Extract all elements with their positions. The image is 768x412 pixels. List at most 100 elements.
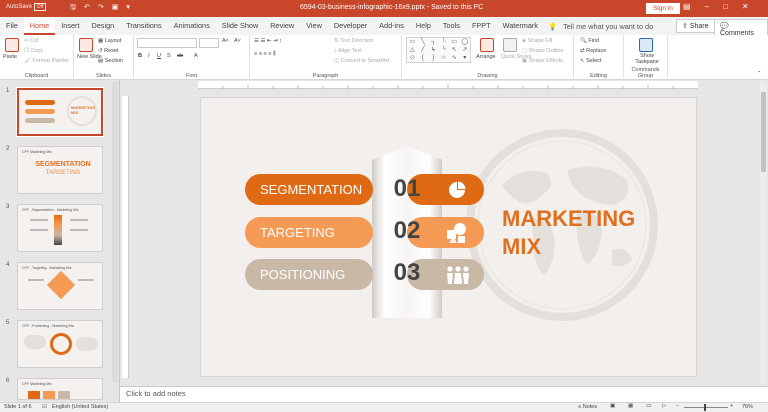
collapse-ribbon-icon[interactable]: ⌃ xyxy=(757,71,762,77)
zoom-level[interactable]: 76% xyxy=(742,404,753,410)
grow-font-icon[interactable]: A˄ xyxy=(222,38,229,44)
language-status[interactable]: English (United States) xyxy=(52,404,108,410)
slide-sorter-icon[interactable]: ▦ xyxy=(628,403,633,409)
tell-me-search[interactable]: Tell me what you want to do xyxy=(563,22,653,31)
tab-developer[interactable]: Developer xyxy=(328,17,373,35)
strikethrough-icon[interactable]: ab xyxy=(177,53,183,59)
notes-toggle[interactable]: ≡ Notes xyxy=(578,404,597,410)
cut-button[interactable]: ✂ Cut xyxy=(24,38,39,44)
slide-thumbnail-1[interactable]: MARKETING MIX xyxy=(16,87,104,137)
tab-help[interactable]: Help xyxy=(410,17,437,35)
bold-icon[interactable]: B xyxy=(138,53,142,59)
arrange-icon[interactable] xyxy=(480,38,494,52)
save-icon[interactable]: 🖫 xyxy=(70,3,76,14)
tab-home[interactable]: Home xyxy=(23,17,56,35)
zoom-slider-thumb[interactable] xyxy=(704,404,706,411)
tab-transitions[interactable]: Transitions xyxy=(120,17,167,35)
thumbnail-number: 5 xyxy=(6,320,10,326)
paste-button[interactable]: Paste xyxy=(3,54,17,60)
undo-icon[interactable]: ↶ xyxy=(84,3,90,14)
tab-watermark[interactable]: Watermark xyxy=(497,17,544,35)
sign-in-button[interactable]: Sign in xyxy=(646,3,680,14)
underline-icon[interactable]: U xyxy=(157,53,161,59)
zoom-in-icon[interactable]: + xyxy=(730,403,733,409)
shape-effects-button[interactable]: ▣ Shape Effects xyxy=(522,58,563,64)
notes-toggle-label: Notes xyxy=(582,404,598,410)
quick-styles-icon[interactable] xyxy=(503,38,517,52)
targeting-label[interactable]: TARGETING xyxy=(245,217,373,248)
slide-thumbnail-4[interactable]: CPF - Targeting - Marketing Mix xyxy=(17,262,103,310)
tab-slide-show[interactable]: Slide Show xyxy=(216,17,265,35)
clipboard-group: Paste ✂ Cut ❐ Copy 🖌 Format Painter Clip… xyxy=(0,35,74,80)
copy-button[interactable]: ❐ Copy xyxy=(24,48,43,54)
convert-smartart-button[interactable]: ◫ Convert to SmartArt xyxy=(334,58,389,64)
section-button[interactable]: ▤ Section xyxy=(98,58,123,64)
ribbon-display-icon[interactable]: ▤ xyxy=(683,2,691,11)
tab-insert[interactable]: Insert xyxy=(55,17,85,35)
shapes-gallery[interactable]: ▭ ╲ ┐ └ ▭ ◯ △ ╱ ↳ ╰ ↖ ↗ ◇{} ☆ ∿ ▾ xyxy=(406,37,471,63)
tab-file[interactable]: File xyxy=(0,17,24,35)
layout-button[interactable]: ▦ Layout xyxy=(98,38,121,44)
paragraph-group: ☰ ☰ ⇤ ⇥ ↕ ≡ ≡ ≡ ≡ ⫼ ⇅ Text Direction ↕ A… xyxy=(250,35,402,80)
share-button[interactable]: ⇪ Share xyxy=(676,19,715,33)
spellcheck-icon[interactable]: ☑ xyxy=(42,404,47,410)
tab-add-ins[interactable]: Add-ins xyxy=(373,17,410,35)
find-button[interactable]: 🔍 Find xyxy=(580,38,599,44)
thumbnail-number: 1 xyxy=(6,88,10,94)
slide-thumbnail-2[interactable]: CPF Marketing Mix SEGMENTATION TARGETING xyxy=(17,146,103,194)
customize-qat-icon[interactable]: ▾ xyxy=(126,3,130,14)
slide-canvas[interactable]: SEGMENTATION TARGETING POSITIONING 01 02… xyxy=(200,97,697,377)
notes-pane[interactable]: Click to add notes xyxy=(120,386,768,402)
bullets-icon[interactable]: ☰ ☰ ⇤ ⇥ ↕ xyxy=(254,38,282,44)
slide-thumbnail-6[interactable]: CPF Marketing Mix xyxy=(17,378,103,400)
format-painter-button[interactable]: 🖌 Format Painter xyxy=(24,58,69,64)
shape-outline-button[interactable]: ▢ Shape Outline xyxy=(522,48,564,54)
slide-thumbnail-3[interactable]: CPF - Segmentation - Marketing Mix xyxy=(17,204,103,252)
new-slide-icon[interactable] xyxy=(79,38,93,52)
italic-icon[interactable]: I xyxy=(148,53,150,59)
slideshow-view-icon[interactable]: ▷ xyxy=(662,403,666,409)
align-icons[interactable]: ≡ ≡ ≡ ≡ ⫼ xyxy=(254,51,275,58)
redo-icon[interactable]: ↷ xyxy=(98,3,104,14)
select-button[interactable]: ↖ Select xyxy=(580,58,601,64)
taskpane-icon[interactable] xyxy=(639,38,653,52)
align-text-button[interactable]: ↕ Align Text xyxy=(334,48,362,54)
minimize-icon[interactable]: – xyxy=(705,2,709,11)
replace-button[interactable]: ⇄ Replace xyxy=(580,48,606,54)
font-name-input[interactable] xyxy=(137,38,197,48)
positioning-label[interactable]: POSITIONING xyxy=(245,259,373,290)
tab-animations[interactable]: Animations xyxy=(168,17,216,35)
arrange-button[interactable]: Arrange xyxy=(476,54,496,60)
shadow-icon[interactable]: S xyxy=(167,53,171,59)
ribbon: Paste ✂ Cut ❐ Copy 🖌 Format Painter Clip… xyxy=(0,35,768,80)
maximize-icon[interactable]: □ xyxy=(723,2,728,11)
normal-view-icon[interactable]: ▣ xyxy=(610,403,615,409)
scroll-thumb[interactable] xyxy=(761,92,766,172)
zoom-slider[interactable] xyxy=(684,404,728,411)
cut-label: Cut xyxy=(30,38,39,44)
shape-fill-button[interactable]: ◈ Shape Fill xyxy=(522,38,552,44)
segmentation-label[interactable]: SEGMENTATION xyxy=(245,174,373,205)
reading-view-icon[interactable]: ▭ xyxy=(646,403,651,409)
section-label: Section xyxy=(104,58,124,64)
close-icon[interactable]: ✕ xyxy=(742,2,749,11)
slide-title[interactable]: MARKETING MIX xyxy=(502,205,635,261)
shrink-font-icon[interactable]: A˅ xyxy=(234,38,241,44)
slide-thumbnail-5[interactable]: CPF - Positioning - Marketing Mix xyxy=(17,320,103,368)
start-from-beginning-icon[interactable]: ▣ xyxy=(112,3,119,14)
tab-view[interactable]: View xyxy=(300,17,328,35)
font-size-input[interactable] xyxy=(199,38,219,48)
tab-fppt[interactable]: FPPT xyxy=(466,17,497,35)
text-direction-button[interactable]: ⇅ Text Direction xyxy=(334,38,373,44)
tab-tools[interactable]: Tools xyxy=(437,17,466,35)
paste-icon[interactable] xyxy=(5,38,19,52)
autosave-toggle[interactable]: AutoSave Off xyxy=(6,3,47,11)
tab-review[interactable]: Review xyxy=(264,17,300,35)
show-taskpane-button[interactable]: Show Taskpane xyxy=(634,53,660,65)
font-color-icon[interactable]: A xyxy=(194,53,198,59)
reset-button[interactable]: ↺ Reset xyxy=(98,48,119,54)
zoom-out-icon[interactable]: – xyxy=(676,403,679,409)
canvas-scrollbar[interactable] xyxy=(760,82,767,384)
tab-design[interactable]: Design xyxy=(85,17,120,35)
thumbnail-scrollbar[interactable] xyxy=(112,82,118,382)
